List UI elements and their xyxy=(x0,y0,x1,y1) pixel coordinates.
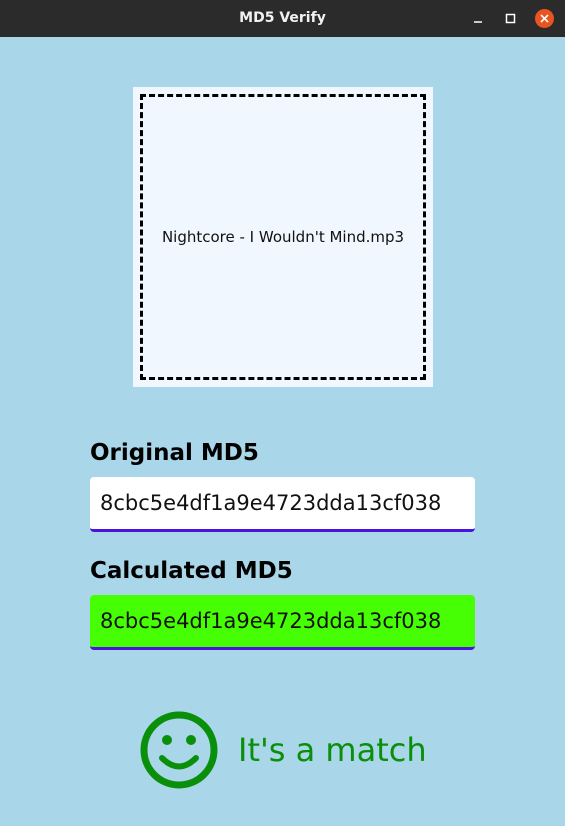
file-drop-zone[interactable]: Nightcore - I Wouldn't Mind.mp3 xyxy=(133,87,433,387)
match-status-text: It's a match xyxy=(238,731,427,769)
original-md5-field-container xyxy=(90,477,475,532)
calculated-md5-input[interactable] xyxy=(90,595,475,647)
smiley-icon xyxy=(140,711,218,789)
close-icon xyxy=(540,14,549,23)
title-bar[interactable]: MD5 Verify xyxy=(0,0,565,37)
calculated-md5-field-container xyxy=(90,595,475,650)
original-md5-label: Original MD5 xyxy=(90,440,259,466)
calculated-md5-label: Calculated MD5 xyxy=(90,558,293,584)
close-button[interactable] xyxy=(535,9,554,28)
match-result: It's a match xyxy=(140,710,427,790)
minimize-icon xyxy=(474,21,482,23)
maximize-button[interactable] xyxy=(501,9,520,28)
minimize-button[interactable] xyxy=(469,9,488,28)
app-window: MD5 Verify Nightcore - I Wouldn't Mind.m… xyxy=(0,0,565,826)
maximize-icon xyxy=(505,13,516,24)
file-name: Nightcore - I Wouldn't Mind.mp3 xyxy=(161,228,405,246)
original-md5-input[interactable] xyxy=(90,477,475,529)
file-drop-zone-border: Nightcore - I Wouldn't Mind.mp3 xyxy=(140,94,426,380)
